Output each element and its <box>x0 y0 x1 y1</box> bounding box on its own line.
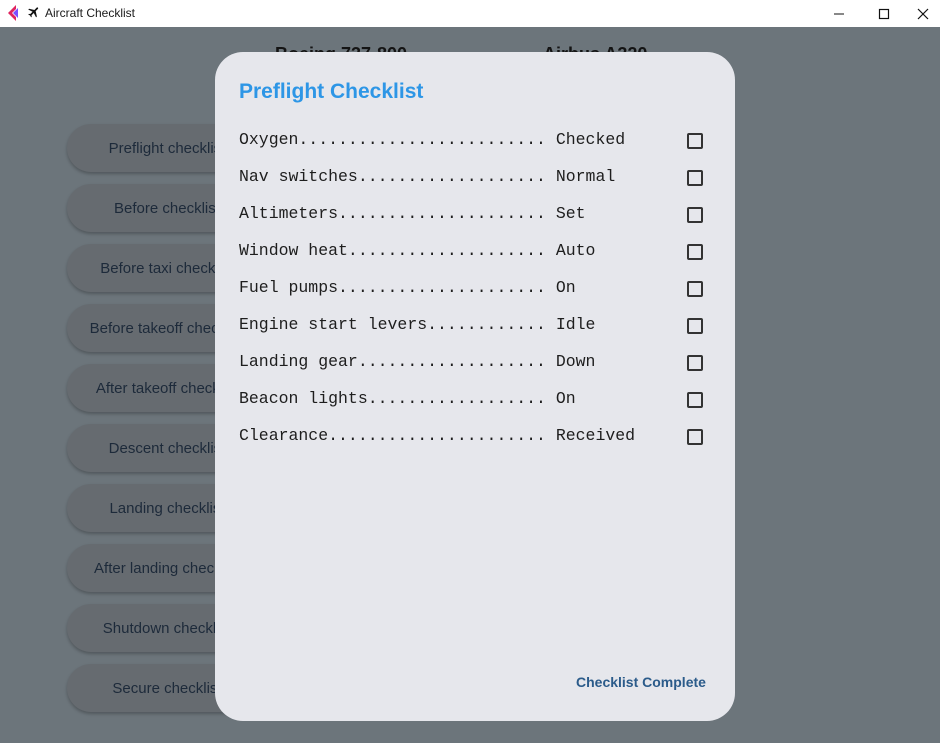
checklist-checkbox[interactable] <box>687 244 703 260</box>
checklist-checkbox[interactable] <box>687 170 703 186</box>
checklist-checkbox[interactable] <box>687 355 703 371</box>
maximize-button[interactable] <box>861 0 907 27</box>
checklist-items: Oxygen......................... Checked … <box>239 129 719 462</box>
checklist-row: Beacon lights.................. On <box>239 388 719 425</box>
checklist-dialog: Preflight Checklist Oxygen..............… <box>215 52 735 721</box>
checklist-checkbox[interactable] <box>687 207 703 223</box>
window-title: Aircraft Checklist <box>45 6 136 20</box>
minimize-icon <box>834 13 844 14</box>
checklist-checkbox[interactable] <box>687 429 703 445</box>
maximize-icon <box>878 8 890 19</box>
checklist-row: Landing gear................... Down <box>239 351 719 388</box>
close-button[interactable] <box>906 0 940 27</box>
checklist-row: Fuel pumps..................... On <box>239 277 719 314</box>
checklist-item-text: Fuel pumps..................... On <box>239 278 576 297</box>
checklist-checkbox[interactable] <box>687 318 703 334</box>
checklist-item-text: Engine start levers............ Idle <box>239 315 596 334</box>
checklist-checkbox[interactable] <box>687 281 703 297</box>
checklist-row: Altimeters..................... Set <box>239 203 719 240</box>
checklist-checkbox[interactable] <box>687 392 703 408</box>
close-icon <box>917 8 929 19</box>
checklist-row: Engine start levers............ Idle <box>239 314 719 351</box>
checklist-row: Window heat.................... Auto <box>239 240 719 277</box>
checklist-row: Clearance...................... Received <box>239 425 719 462</box>
checklist-item-text: Nav switches................... Normal <box>239 167 616 186</box>
checklist-item-text: Clearance...................... Received <box>239 426 636 445</box>
checklist-item-text: Oxygen......................... Checked <box>239 130 626 149</box>
checklist-row: Nav switches................... Normal <box>239 166 719 203</box>
checklist-checkbox[interactable] <box>687 133 703 149</box>
minimize-button[interactable] <box>816 0 862 27</box>
checklist-item-text: Landing gear................... Down <box>239 352 596 371</box>
app-logo-icon <box>8 5 18 21</box>
checklist-item-text: Beacon lights.................. On <box>239 389 576 408</box>
checklist-row: Oxygen......................... Checked <box>239 129 719 166</box>
checklist-complete-button[interactable]: Checklist Complete <box>576 674 706 690</box>
checklist-item-text: Window heat.................... Auto <box>239 241 596 260</box>
title-bar: Aircraft Checklist <box>0 0 940 27</box>
checklist-item-text: Altimeters..................... Set <box>239 204 586 223</box>
dialog-title: Preflight Checklist <box>239 80 424 103</box>
airplane-icon <box>28 7 39 18</box>
